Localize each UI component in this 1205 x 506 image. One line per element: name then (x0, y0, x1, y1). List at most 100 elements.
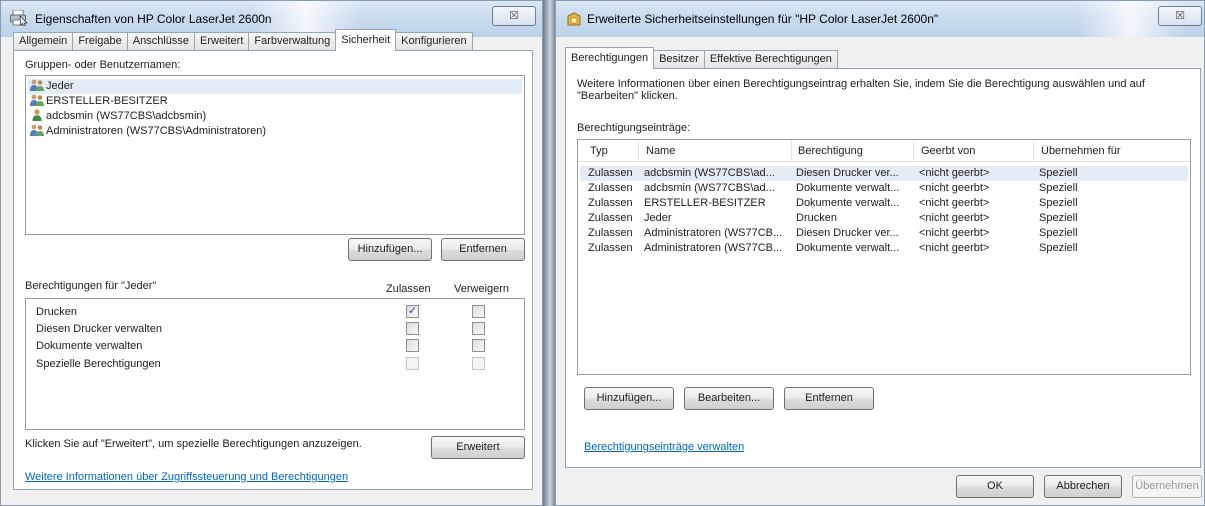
right-titlebar[interactable]: Erweiterte Sicherheitseinstellungen für … (556, 1, 1204, 37)
list-item[interactable]: Administratoren (WS77CBS\Administratoren… (28, 124, 522, 139)
tab-farbverwaltung[interactable]: Farbverwaltung (248, 32, 337, 51)
cell-typ: Zulassen (588, 182, 633, 194)
allow-column-header: Zulassen (386, 283, 431, 295)
table-row[interactable]: Zulassen Administratoren (WS77CB... Dies… (580, 226, 1188, 241)
deny-checkbox-dokumente-verwalten[interactable] (472, 339, 485, 352)
cell-uebernehmen-fuer: Speziell (1039, 227, 1078, 239)
column-divider[interactable] (913, 140, 914, 162)
cell-berechtigung: Dokumente verwalt... (796, 242, 900, 254)
user-icon (30, 109, 44, 121)
tab-effektive-berechtigungen[interactable]: Effektive Berechtigungen (703, 50, 838, 69)
table-row[interactable]: Zulassen ERSTELLER-BESITZER Dokumente ve… (580, 196, 1188, 211)
allow-checkbox-drucker-verwalten[interactable] (406, 322, 419, 335)
table-row[interactable]: Zulassen adcbsmin (WS77CBS\ad... Dokumen… (580, 181, 1188, 196)
cell-berechtigung: Diesen Drucker ver... (796, 227, 899, 239)
list-item[interactable]: Jeder (28, 79, 522, 94)
groups-label: Gruppen- oder Benutzernamen: (25, 59, 181, 71)
tab-besitzer[interactable]: Besitzer (653, 50, 705, 69)
column-divider[interactable] (791, 140, 792, 162)
group-icon (30, 124, 44, 136)
tab-allgemein[interactable]: Allgemein (13, 32, 74, 51)
cell-name: Administratoren (WS77CB... (644, 227, 783, 239)
table-row[interactable]: Zulassen Jeder Drucken <nicht geerbt> Sp… (580, 211, 1188, 226)
tab-berechtigungen[interactable]: Berechtigungen (565, 47, 655, 69)
permissions-tab-panel: Weitere Informationen über einen Berecht… (565, 68, 1201, 468)
cell-typ: Zulassen (588, 212, 633, 224)
access-control-info-link[interactable]: Weitere Informationen über Zugriffssteue… (25, 471, 348, 483)
remove-user-button[interactable]: Entfernen (441, 238, 525, 261)
window-title: Eigenschaften von HP Color LaserJet 2600… (35, 12, 272, 26)
column-header-berechtigung[interactable]: Berechtigung (798, 145, 863, 157)
window-gap (543, 0, 555, 506)
users-listbox[interactable]: Jeder ERSTELLER-BESITZER adcbsmin (WS77C… (25, 75, 525, 235)
user-name: adcbsmin (WS77CBS\adcbsmin) (46, 110, 207, 122)
cell-uebernehmen-fuer: Speziell (1039, 212, 1078, 224)
cell-name: ERSTELLER-BESITZER (644, 197, 766, 209)
tab-freigabe[interactable]: Freigabe (72, 32, 128, 51)
cell-geerbt-von: <nicht geerbt> (919, 182, 990, 194)
cell-geerbt-von: <nicht geerbt> (919, 242, 990, 254)
security-tab-panel: Gruppen- oder Benutzernamen: Jeder ERSTE… (13, 50, 533, 490)
deny-checkbox-drucken[interactable] (472, 305, 485, 318)
deny-checkbox-drucker-verwalten[interactable] (472, 322, 485, 335)
cell-uebernehmen-fuer: Speziell (1039, 167, 1078, 179)
permission-name: Diesen Drucker verwalten (36, 323, 162, 335)
cell-geerbt-von: <nicht geerbt> (919, 212, 990, 224)
deny-checkbox-spezielle (472, 357, 485, 370)
permission-name: Dokumente verwalten (36, 340, 143, 352)
deny-column-header: Verweigern (454, 283, 510, 295)
window-title: Erweiterte Sicherheitseinstellungen für … (587, 12, 939, 26)
column-divider[interactable] (1033, 140, 1034, 162)
user-name: Administratoren (WS77CBS\Administratoren… (46, 125, 267, 137)
table-row[interactable]: Zulassen adcbsmin (WS77CBS\ad... Diesen … (580, 166, 1188, 181)
cell-name: adcbsmin (WS77CBS\ad... (644, 182, 775, 194)
apply-button: Übernehmen (1132, 475, 1202, 498)
close-icon: ☒ (509, 10, 519, 22)
remove-entry-button[interactable]: Entfernen (784, 387, 874, 410)
cell-uebernehmen-fuer: Speziell (1039, 242, 1078, 254)
checkmark-icon: ✓ (407, 305, 418, 317)
cell-geerbt-von: <nicht geerbt> (919, 197, 990, 209)
cell-name: Jeder (644, 212, 672, 224)
permissions-list: Drucken ✓ Diesen Drucker verwalten Dokum… (25, 298, 525, 430)
allow-checkbox-dokumente-verwalten[interactable] (406, 339, 419, 352)
advanced-button[interactable]: Erweitert (431, 436, 525, 459)
allow-checkbox-spezielle (406, 357, 419, 370)
allow-checkbox-drucken[interactable]: ✓ (406, 305, 419, 318)
close-button[interactable]: ☒ (1158, 6, 1202, 26)
close-button[interactable]: ☒ (492, 6, 536, 26)
tab-erweitert[interactable]: Erweitert (194, 32, 250, 51)
column-divider[interactable] (638, 140, 639, 162)
user-name: Jeder (46, 80, 74, 92)
tab-anschluesse[interactable]: Anschlüsse (126, 32, 195, 51)
table-row[interactable]: Zulassen Administratoren (WS77CB... Doku… (580, 241, 1188, 256)
tab-strip: Allgemein Freigabe Anschlüsse Erweitert … (13, 29, 473, 51)
column-header-uebernehmen-fuer[interactable]: Übernehmen für (1041, 145, 1121, 157)
column-header-typ[interactable]: Typ (590, 145, 608, 157)
add-user-button[interactable]: Hinzufügen... (348, 238, 432, 261)
cell-uebernehmen-fuer: Speziell (1039, 182, 1078, 194)
cell-geerbt-von: <nicht geerbt> (919, 227, 990, 239)
permission-entries-table[interactable]: Typ Name Berechtigung Geerbt von Überneh… (577, 139, 1191, 375)
table-header: Typ Name Berechtigung Geerbt von Überneh… (578, 140, 1190, 162)
column-header-geerbt-von[interactable]: Geerbt von (921, 145, 975, 157)
tab-konfigurieren[interactable]: Konfigurieren (395, 32, 473, 51)
cell-berechtigung: Dokumente verwalt... (796, 182, 900, 194)
edit-entry-button[interactable]: Bearbeiten... (684, 387, 774, 410)
column-header-name[interactable]: Name (646, 145, 675, 157)
tab-sicherheit[interactable]: Sicherheit (335, 29, 397, 51)
group-icon (30, 94, 44, 106)
permission-name: Drucken (36, 306, 77, 318)
list-item[interactable]: adcbsmin (WS77CBS\adcbsmin) (28, 109, 522, 124)
cancel-button[interactable]: Abbrechen (1044, 475, 1122, 498)
manage-entries-link[interactable]: Berechtigungseinträge verwalten (584, 441, 744, 453)
close-icon: ☒ (1175, 10, 1185, 22)
entries-label: Berechtigungseinträge: (577, 122, 691, 134)
cell-berechtigung: Diesen Drucker ver... (796, 167, 899, 179)
ok-button[interactable]: OK (956, 475, 1034, 498)
list-item[interactable]: ERSTELLER-BESITZER (28, 94, 522, 109)
cell-berechtigung: Dokumente verwalt... (796, 197, 900, 209)
cell-typ: Zulassen (588, 227, 633, 239)
info-text-line-1: Weitere Informationen über einen Berecht… (577, 78, 1145, 90)
add-entry-button[interactable]: Hinzufügen... (584, 387, 674, 410)
